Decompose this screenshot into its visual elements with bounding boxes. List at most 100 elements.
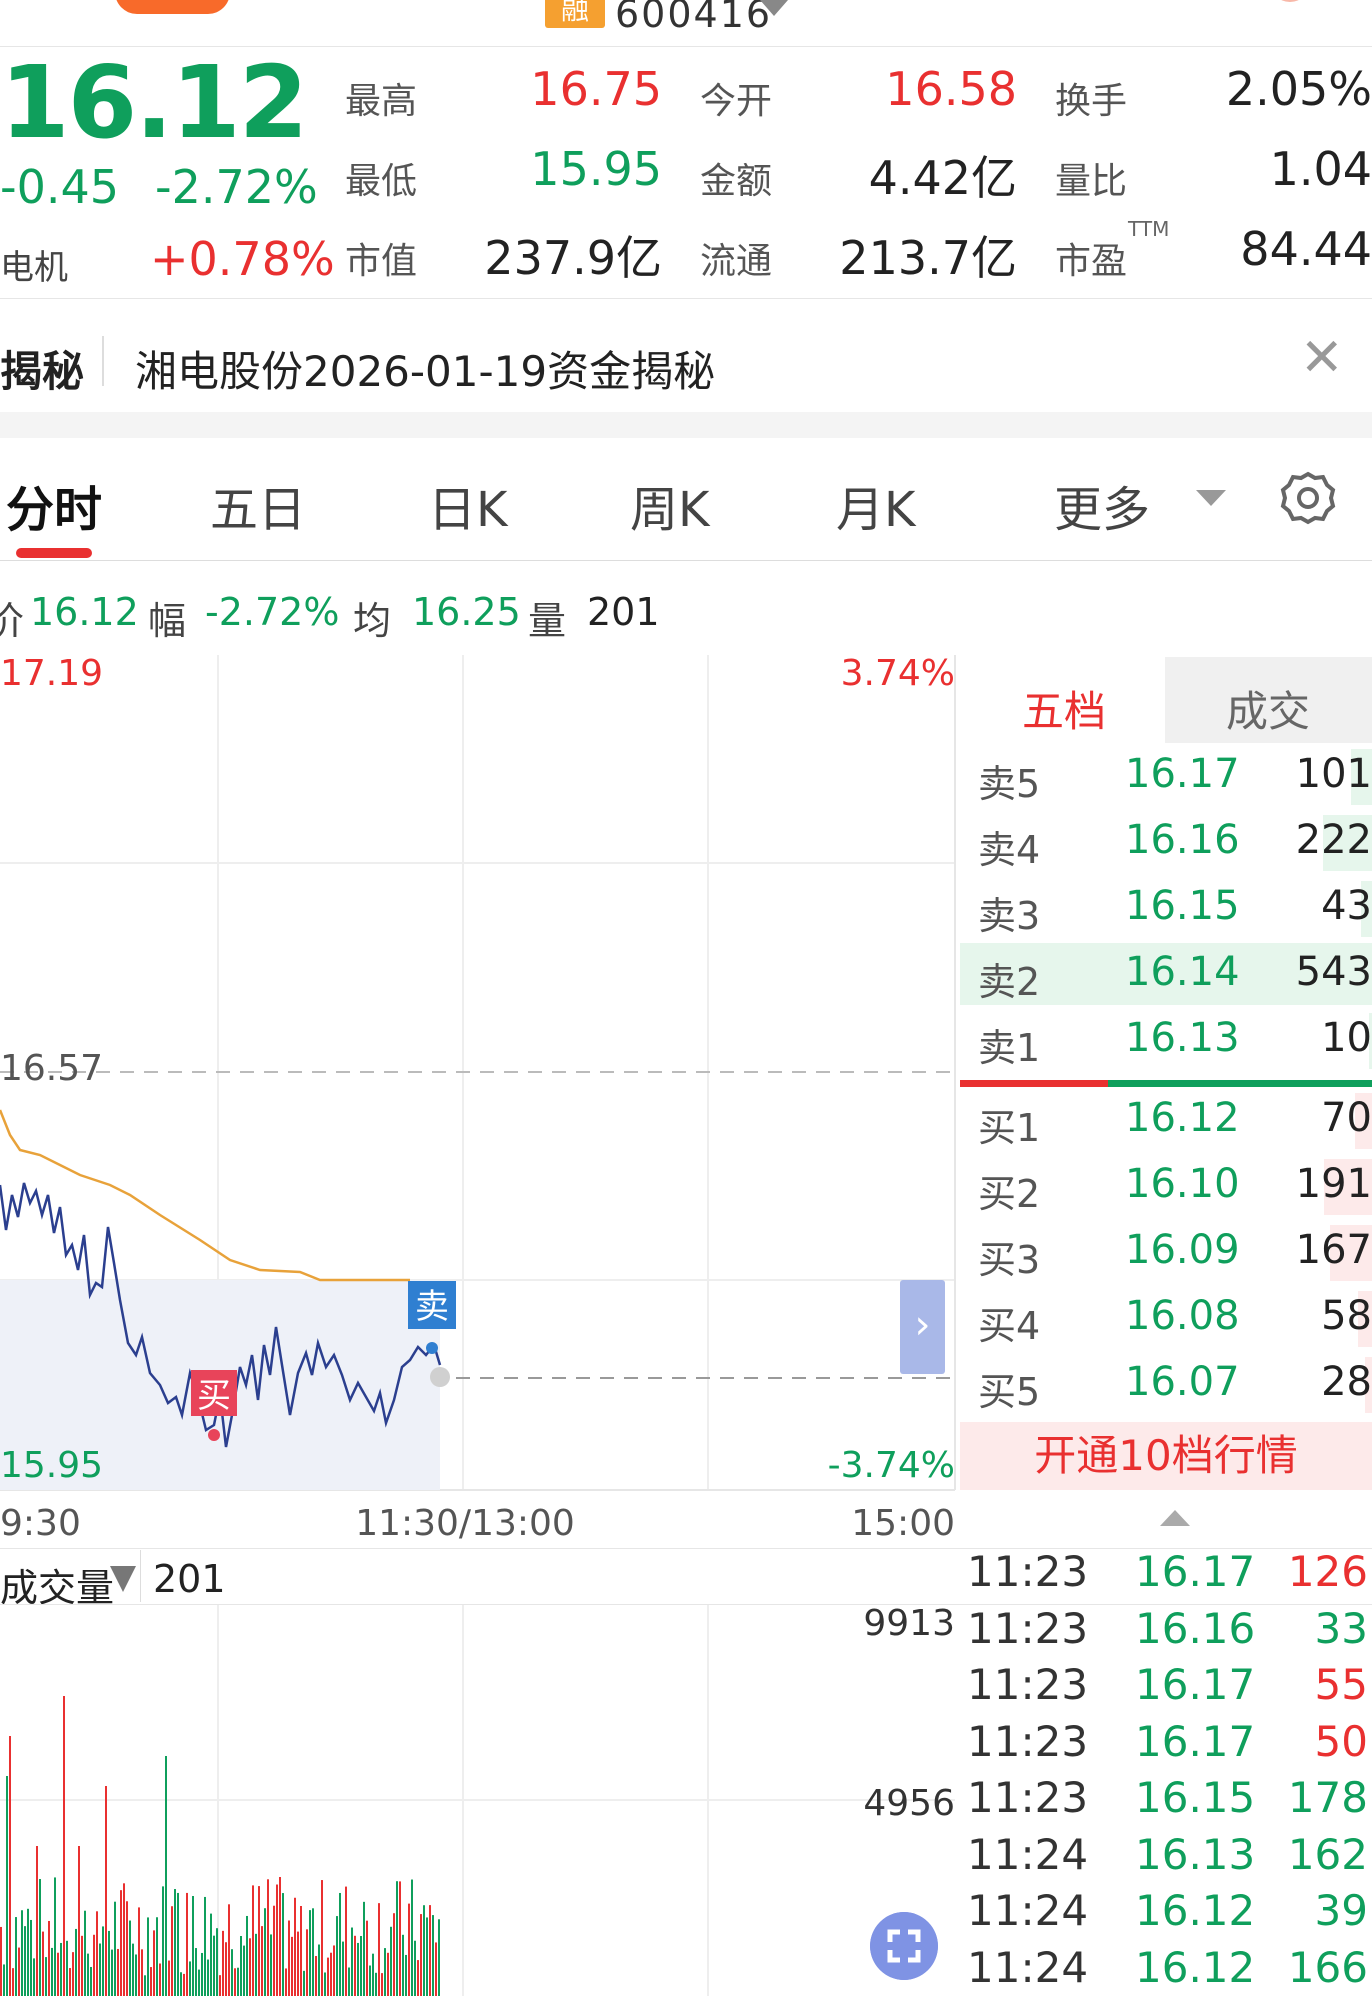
volume-bar [384, 1948, 386, 1996]
section-gap [0, 412, 1372, 438]
stock-code[interactable]: 600416 [615, 0, 772, 36]
sector-name[interactable]: 电机 [0, 240, 68, 289]
order-volume: 70 [1321, 1095, 1372, 1141]
volume-bar [81, 1935, 83, 1996]
news-tag: 揭秘 [0, 347, 85, 396]
volume-bar [87, 1953, 89, 1996]
volume-bar [147, 1917, 149, 1996]
quote-label: 金额 [700, 161, 773, 202]
vol-label: 量 [528, 599, 567, 643]
volume-bar [60, 1942, 62, 1996]
volume-bar [21, 1910, 23, 1996]
volume-bar [435, 1942, 437, 1996]
intraday-chart[interactable]: 17.19 16.57 15.95 3.74% -3.74% 9:30 11:3… [0, 655, 960, 1996]
volume-bar [48, 1920, 50, 1996]
sell-point [426, 1342, 438, 1354]
chevron-down-icon[interactable] [760, 0, 788, 16]
volume-bar [36, 1846, 38, 1996]
order-price: 16.09 [1125, 1227, 1240, 1273]
ask-row[interactable]: 卖5 16.17 101 [960, 745, 1372, 807]
order-label: 卖3 [978, 894, 1041, 938]
volume-bar [288, 1920, 290, 1996]
fullscreen-icon[interactable] [870, 1912, 938, 1980]
divider [140, 1550, 141, 1602]
tick-volume: 126 [1287, 1547, 1368, 1596]
tick-time: 11:24 [967, 1829, 1089, 1879]
news-headline[interactable]: 湘电股份2026-01-19资金揭秘 [135, 338, 715, 399]
volume-bar [321, 1880, 323, 1996]
bid-row[interactable]: 买1 16.12 70 [960, 1089, 1372, 1151]
quote-value: 2.05% [1225, 62, 1372, 116]
volume-bar [417, 1960, 419, 1996]
tab-trades[interactable]: 成交 [1226, 678, 1310, 739]
order-volume: 191 [1295, 1161, 1372, 1207]
volume-bar [3, 1964, 5, 1996]
tab-monthly-k[interactable]: 月K [836, 470, 915, 540]
volume-bar [438, 1919, 440, 1996]
bid-row[interactable]: 买4 16.08 58 [960, 1287, 1372, 1349]
volume-bar [192, 1896, 194, 1996]
volume-bar [339, 1892, 341, 1996]
tick-volume: 50 [1314, 1716, 1368, 1766]
gear-icon[interactable] [1278, 468, 1338, 528]
volume-bar [9, 1736, 11, 1996]
volume-bar [180, 1972, 182, 1996]
ask-row[interactable]: 卖2 16.14 543 [960, 943, 1372, 1005]
volume-bar [414, 1940, 416, 1996]
top-right-icon[interactable] [1270, 0, 1310, 2]
volume-bar [168, 1960, 170, 1996]
tab-weekly-k[interactable]: 周K [630, 470, 709, 540]
tab-more[interactable]: 更多 [1054, 470, 1150, 540]
volume-bar [135, 1954, 137, 1996]
volume-bar [33, 1958, 35, 1996]
volume-bar [57, 1952, 59, 1996]
tick-time: 11:23 [967, 1660, 1089, 1709]
chevron-up-icon[interactable] [1160, 1510, 1190, 1526]
volume-bar [216, 1928, 218, 1996]
volume-bar [429, 1905, 431, 1996]
volume-bar [309, 1910, 311, 1996]
sector-change-pct[interactable]: +0.78% [150, 232, 335, 286]
chevron-down-icon[interactable] [110, 1566, 136, 1592]
volume-bar [102, 1926, 104, 1996]
volume-bar [144, 1975, 146, 1996]
volume-bar [261, 1926, 263, 1996]
bid-row[interactable]: 买5 16.07 28 [960, 1353, 1372, 1415]
volume-bar [105, 1786, 107, 1996]
order-price: 16.08 [1125, 1293, 1240, 1339]
ask-row[interactable]: 卖3 16.15 43 [960, 877, 1372, 939]
bid-row[interactable]: 买2 16.10 191 [960, 1155, 1372, 1217]
y-bottom-label: 15.95 [0, 1445, 103, 1486]
volume-bar [96, 1911, 98, 1996]
ask-row[interactable]: 卖1 16.13 10 [960, 1009, 1372, 1071]
volume-bar [306, 1929, 308, 1996]
tab-order-book[interactable]: 五档 [1022, 678, 1106, 739]
upgrade-level10-button[interactable]: 开通10档行情 [960, 1422, 1372, 1490]
close-icon[interactable]: ✕ [1300, 330, 1344, 386]
order-volume: 167 [1295, 1227, 1372, 1273]
chevron-down-icon[interactable] [1196, 490, 1226, 506]
quote-label: 市盈 [1055, 241, 1128, 282]
vol-mid-label: 4956 [863, 1783, 955, 1824]
chevron-right-icon[interactable]: › [900, 1280, 945, 1374]
volume-bar [426, 1917, 428, 1996]
volume-bar [90, 1966, 92, 1996]
volume-bar [162, 1886, 164, 1996]
volume-bar [396, 1881, 398, 1996]
tick-price: 16.17 [1135, 1547, 1256, 1596]
tab-daily-k[interactable]: 日K [428, 470, 507, 540]
volume-bar [393, 1913, 395, 1996]
top-action-button[interactable] [115, 0, 230, 14]
volume-bar [108, 1930, 110, 1996]
tab-intraday[interactable]: 分时 [6, 470, 102, 540]
volume-bar [324, 1972, 326, 1996]
quote-value: 15.95 [530, 142, 662, 196]
ask-row[interactable]: 卖4 16.16 222 [960, 811, 1372, 873]
info-vol: 201 [587, 590, 660, 634]
bid-row[interactable]: 买3 16.09 167 [960, 1221, 1372, 1283]
volume-bar [45, 1957, 47, 1996]
volume-value: 201 [153, 1557, 226, 1601]
divider [0, 560, 1372, 561]
volume-bar [6, 1776, 8, 1996]
tab-five-day[interactable]: 五日 [210, 470, 306, 540]
